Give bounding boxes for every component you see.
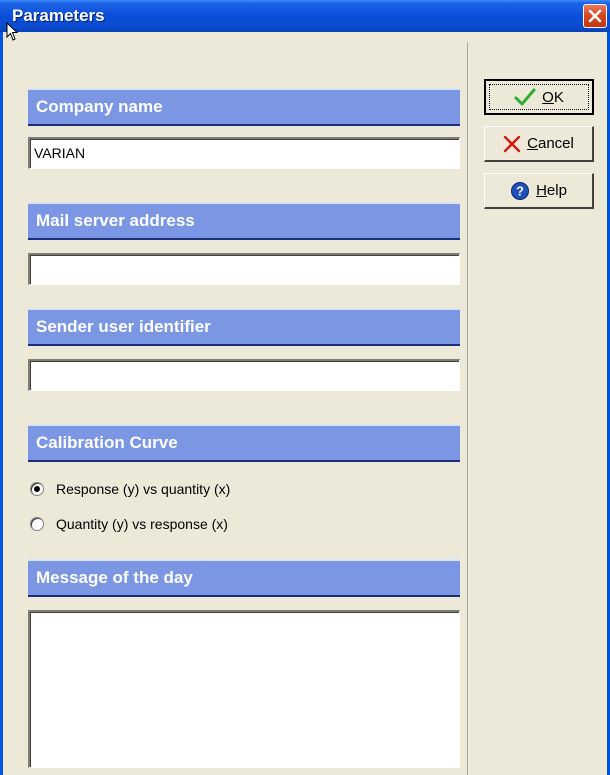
- help-button[interactable]: ? Help: [484, 173, 594, 209]
- close-button[interactable]: [583, 4, 607, 28]
- cancel-button[interactable]: Cancel: [484, 126, 594, 162]
- close-icon: [588, 9, 602, 23]
- calibration-curve-header: Calibration Curve: [28, 424, 460, 462]
- parameters-panel: Company name VARIAN Mail server address …: [8, 42, 468, 775]
- help-label: Help: [536, 182, 567, 199]
- calibration-option-label: Quantity (y) vs response (x): [56, 516, 228, 532]
- window-title: Parameters: [12, 6, 105, 25]
- calibration-option-quantity-vs-response[interactable]: Quantity (y) vs response (x): [30, 514, 228, 534]
- mail-server-input[interactable]: [28, 253, 460, 285]
- help-icon: ?: [510, 181, 530, 201]
- message-of-the-day-textarea[interactable]: [28, 610, 460, 768]
- cross-icon: [503, 135, 521, 153]
- title-bar[interactable]: Parameters: [0, 0, 610, 32]
- dialog-body: Company name VARIAN Mail server address …: [3, 32, 607, 775]
- calibration-option-response-vs-quantity[interactable]: Response (y) vs quantity (x): [30, 479, 230, 499]
- radio-button-selected[interactable]: [30, 482, 44, 496]
- mouse-cursor-icon: [6, 22, 18, 41]
- message-of-the-day-header: Message of the day: [28, 559, 460, 597]
- company-name-input[interactable]: VARIAN: [28, 137, 460, 169]
- sender-user-header: Sender user identifier: [28, 308, 460, 346]
- mail-server-header: Mail server address: [28, 202, 460, 240]
- focus-ring: [489, 84, 589, 110]
- radio-button[interactable]: [30, 517, 44, 531]
- calibration-option-label: Response (y) vs quantity (x): [56, 481, 231, 497]
- company-name-header: Company name: [28, 88, 460, 126]
- ok-button[interactable]: OK: [484, 79, 594, 115]
- svg-text:?: ?: [516, 183, 524, 198]
- cancel-label: Cancel: [527, 135, 574, 152]
- parameters-dialog: Parameters Company name VARIAN Mail serv…: [0, 0, 610, 775]
- sender-user-input[interactable]: [28, 359, 460, 391]
